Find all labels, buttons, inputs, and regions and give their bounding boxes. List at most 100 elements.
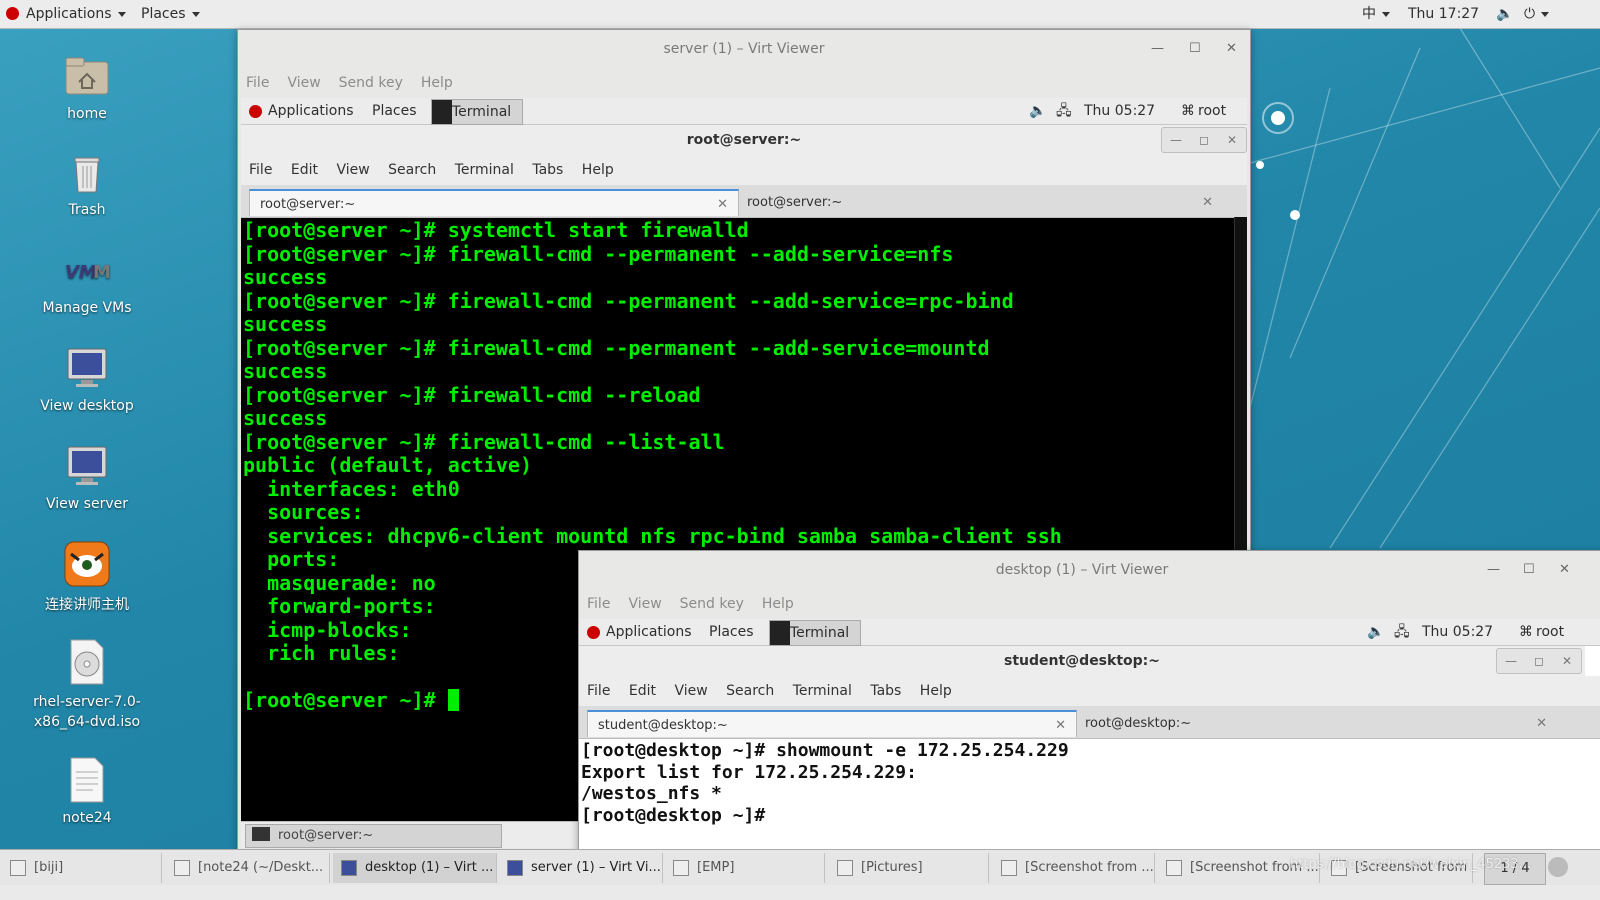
guest-taskbar-terminal-item[interactable]: root@server:~: [245, 824, 502, 848]
terminal-line: icmp-blocks:: [243, 617, 424, 642]
guest-volume-icon[interactable]: 🔈: [1029, 98, 1046, 124]
menu-view[interactable]: View: [628, 596, 661, 612]
guest-volume-icon[interactable]: 🔈: [1367, 619, 1384, 645]
maximize-button[interactable]: ◻: [1525, 649, 1553, 673]
desktop-icon-teacher-host[interactable]: 连接讲师主机: [22, 540, 152, 614]
notification-icon[interactable]: [1548, 857, 1568, 877]
desktop-icon-manage-vms[interactable]: VM M Manage VMs: [22, 246, 152, 316]
close-tab-icon[interactable]: ✕: [1055, 712, 1066, 739]
menu-send-key[interactable]: Send key: [680, 596, 744, 612]
menu-file[interactable]: File: [246, 75, 269, 91]
chevron-down-icon: [191, 11, 200, 17]
guest-user-menu[interactable]: root: [1536, 619, 1564, 645]
menu-view[interactable]: View: [674, 683, 707, 699]
menu-view[interactable]: View: [336, 162, 369, 178]
terminal-tab[interactable]: root@server:~ ✕: [737, 189, 1223, 216]
terminal-tab[interactable]: root@desktop:~ ✕: [1075, 710, 1557, 737]
desktop-vm-screen[interactable]: Applications Places Terminal 🔈 🖧 Thu 05:…: [579, 619, 1600, 851]
guest-places-menu[interactable]: Places: [372, 98, 417, 124]
menu-file[interactable]: File: [587, 596, 610, 612]
power-menu[interactable]: ⏻: [1524, 0, 1550, 28]
guest-places-menu[interactable]: Places: [709, 619, 754, 645]
minimize-button[interactable]: —: [1162, 128, 1190, 152]
bottom-taskbar: [biji] [note24 (~/Deskt... desktop (1) –…: [0, 849, 1600, 886]
menu-edit[interactable]: Edit: [629, 683, 656, 699]
menu-tabs[interactable]: Tabs: [532, 162, 563, 178]
menu-file[interactable]: File: [587, 683, 610, 699]
menu-help[interactable]: Help: [762, 596, 794, 612]
chevron-down-icon: [1382, 11, 1390, 17]
taskbar-item[interactable]: [Screenshot from ...: [1323, 853, 1473, 883]
desktop-icon-view-server[interactable]: View server: [22, 442, 152, 512]
guest-network-icon[interactable]: 🖧: [1394, 619, 1410, 645]
menu-tabs[interactable]: Tabs: [870, 683, 901, 699]
guest-applications-menu[interactable]: Applications: [606, 619, 692, 645]
workspace-switcher[interactable]: 1 / 4: [1484, 853, 1546, 885]
desktop-icon-view-desktop[interactable]: View desktop: [22, 344, 152, 414]
close-tab-icon[interactable]: ✕: [1536, 710, 1547, 737]
desktop-terminal-window[interactable]: student@desktop:~ — ◻ ✕ File Edit View Sea…: [579, 646, 1600, 851]
menu-view[interactable]: View: [287, 75, 320, 91]
guest-applications-menu[interactable]: Applications: [268, 98, 354, 124]
volume-icon[interactable]: 🔈: [1496, 0, 1513, 28]
desktop-icon-note24[interactable]: note24: [22, 756, 152, 826]
minimize-button[interactable]: —: [1497, 649, 1525, 673]
guest-clock[interactable]: Thu 05:27: [1084, 98, 1155, 124]
terminal-tab[interactable]: student@desktop:~ ✕: [587, 710, 1077, 737]
window-title: desktop (1) – Virt Viewer: [995, 562, 1169, 578]
guest-terminal-task[interactable]: Terminal: [769, 620, 861, 646]
menu-terminal[interactable]: Terminal: [793, 683, 852, 699]
guest-user-menu[interactable]: root: [1198, 98, 1226, 124]
maximize-button[interactable]: ☐: [1189, 30, 1201, 68]
menu-send-key[interactable]: Send key: [339, 75, 403, 91]
applications-menu[interactable]: Applications: [6, 0, 126, 28]
clock[interactable]: Thu 17:27: [1408, 0, 1479, 28]
close-button[interactable]: ✕: [1226, 30, 1237, 68]
close-tab-icon[interactable]: ✕: [717, 191, 728, 218]
guest-top-panel: Applications Places Terminal 🔈 🖧 Thu 05:…: [241, 98, 1247, 125]
menu-help[interactable]: Help: [421, 75, 453, 91]
desktop-icon-label: home: [67, 106, 107, 122]
taskbar-item[interactable]: [Screenshot from ...: [1158, 853, 1320, 883]
menu-search[interactable]: Search: [726, 683, 774, 699]
terminal-tab-bar: student@desktop:~ ✕ root@desktop:~ ✕: [579, 706, 1600, 739]
close-button[interactable]: ✕: [1218, 128, 1246, 152]
desktop-icon-trash[interactable]: Trash: [22, 148, 152, 218]
minimize-button[interactable]: —: [1151, 30, 1164, 68]
taskbar-item[interactable]: server (1) – Virt Vi...: [499, 853, 663, 883]
taskbar-item[interactable]: desktop (1) – Virt ...: [333, 853, 497, 883]
guest-network-icon[interactable]: 🖧: [1056, 98, 1072, 124]
terminal-icon: [252, 827, 270, 841]
input-method-indicator[interactable]: 中: [1362, 0, 1390, 28]
menu-help[interactable]: Help: [582, 162, 614, 178]
maximize-button[interactable]: ☐: [1523, 551, 1535, 589]
menu-search[interactable]: Search: [388, 162, 436, 178]
places-menu[interactable]: Places: [141, 0, 200, 28]
redhat-logo-icon: [587, 626, 600, 639]
close-button[interactable]: ✕: [1559, 551, 1570, 589]
minimize-button[interactable]: —: [1487, 551, 1500, 589]
close-button[interactable]: ✕: [1553, 649, 1581, 673]
terminal-output[interactable]: [root@desktop ~]# showmount -e 172.25.25…: [581, 740, 1600, 851]
desktop-icon-iso[interactable]: rhel-server-7.0-x86_64-dvd.iso: [22, 638, 152, 732]
taskbar-item[interactable]: [biji]: [2, 853, 162, 883]
desktop-icon-home[interactable]: home: [22, 52, 152, 122]
guest-terminal-task[interactable]: Terminal: [431, 99, 523, 125]
desktop-virt-viewer-window[interactable]: desktop (1) – Virt Viewer — ☐ ✕ File View…: [578, 550, 1600, 852]
maximize-button[interactable]: ◻: [1190, 128, 1218, 152]
menu-edit[interactable]: Edit: [291, 162, 318, 178]
terminal-line: Export list for 172.25.254.229:: [581, 761, 917, 783]
desktop-icon-label: Manage VMs: [42, 300, 132, 316]
taskbar-item[interactable]: [note24 (~/Deskt...: [166, 853, 330, 883]
menu-file[interactable]: File: [249, 162, 272, 178]
trash-icon: [63, 148, 111, 196]
terminal-line: success: [243, 265, 328, 289]
terminal-tab[interactable]: root@server:~ ✕: [249, 189, 739, 216]
taskbar-item[interactable]: [Screenshot from ...: [993, 853, 1155, 883]
menu-help[interactable]: Help: [920, 683, 952, 699]
guest-clock[interactable]: Thu 05:27: [1422, 619, 1493, 645]
menu-terminal[interactable]: Terminal: [455, 162, 514, 178]
taskbar-item[interactable]: [Pictures]: [829, 853, 989, 883]
taskbar-item[interactable]: [EMP]: [665, 853, 825, 883]
close-tab-icon[interactable]: ✕: [1202, 189, 1213, 216]
